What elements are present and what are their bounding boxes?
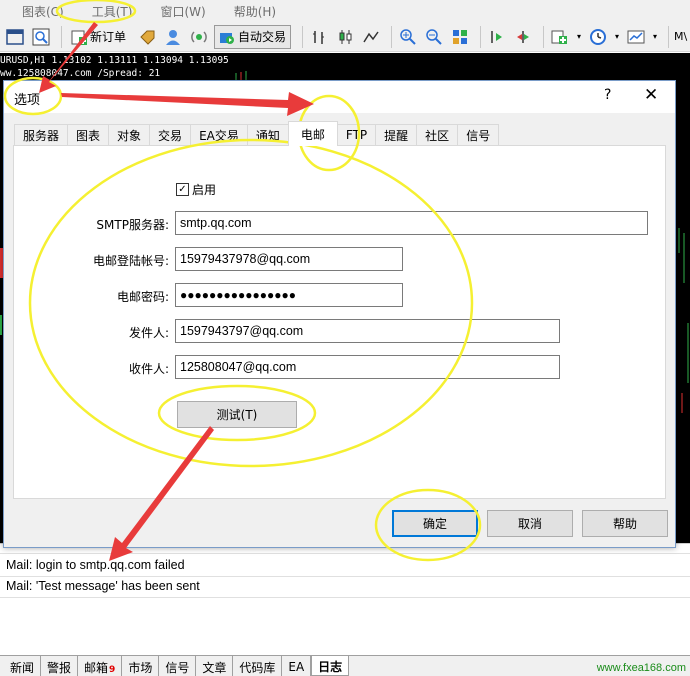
tab-expert-advisors[interactable]: EA交易 [190, 124, 248, 145]
smtp-server-input[interactable]: smtp.qq.com [175, 211, 648, 235]
tab-news[interactable]: 新闻 [4, 656, 42, 676]
login-label: 电邮登陆帐号: [92, 254, 169, 268]
help-button[interactable]: 帮助 [582, 510, 668, 537]
options-dialog: 选项 ? ✕ 服务器 图表 对象 交易 EA交易 通知 电邮 FTP 提醒 社区… [3, 80, 676, 548]
autoscroll-icon[interactable] [512, 26, 534, 48]
tab-mailbox-label: 邮箱 [84, 660, 109, 675]
clock-icon[interactable] [587, 26, 609, 48]
tag-icon[interactable] [136, 26, 158, 48]
window-icon[interactable] [4, 26, 26, 48]
log-line: Mail: 'Test message' has been sent [6, 579, 200, 593]
line-chart-icon[interactable] [360, 26, 382, 48]
auto-trading-label: 自动交易 [238, 30, 287, 44]
toolbar-separator [668, 25, 670, 48]
tab-objects[interactable]: 对象 [108, 124, 151, 145]
menu-bar: 图表(C) 工具(T) 窗口(W) 帮助(H) [0, 0, 690, 22]
password-label: 电邮密码: [116, 290, 169, 304]
toolbar-separator [480, 25, 482, 48]
tab-notifications[interactable]: 通知 [246, 124, 289, 145]
tab-code-base[interactable]: 代码库 [233, 656, 283, 676]
options-tabs: 服务器 图表 对象 交易 EA交易 通知 电邮 FTP 提醒 社区 信号 [14, 121, 500, 146]
chart-shift-icon[interactable] [486, 26, 508, 48]
tab-mailbox[interactable]: 邮箱 9 [78, 656, 123, 676]
tab-server[interactable]: 服务器 [14, 124, 69, 145]
close-icon[interactable]: ✕ [644, 85, 658, 105]
candlestick-icon[interactable] [334, 26, 356, 48]
log-line: Mail: login to smtp.qq.com failed [6, 558, 185, 572]
toolbar-separator [61, 25, 62, 48]
cancel-button[interactable]: 取消 [487, 510, 573, 537]
chart-zoom-icon[interactable] [30, 26, 52, 48]
tab-email[interactable]: 电邮 [287, 121, 338, 146]
dropdown-arrow-icon[interactable]: ▾ [651, 26, 659, 48]
smtp-server-label: SMTP服务器: [96, 218, 169, 232]
from-input[interactable]: 1597943797@qq.com [175, 319, 560, 343]
terminal-tabs: 新闻 警报 邮箱 9 市场 信号 文章 代码库 EA 日志 www.fxea16… [0, 655, 690, 676]
watermark: www.fxea168.com [596, 662, 686, 674]
tab-alerts[interactable]: 警报 [41, 656, 79, 676]
tab-trade[interactable]: 交易 [149, 124, 192, 145]
dropdown-arrow-icon[interactable]: ▾ [575, 26, 583, 48]
tab-events[interactable]: 提醒 [375, 124, 418, 145]
auto-trading-button[interactable]: 自动交易 [214, 24, 292, 49]
from-label: 发件人: [128, 326, 169, 340]
toolbar-separator [302, 25, 304, 48]
dialog-title: 选项 [14, 93, 41, 108]
email-settings-panel: ✓ 启用 SMTP服务器: smtp.qq.com 电邮登陆帐号: 159794… [13, 145, 666, 499]
toolbar-overflow[interactable]: M\ [674, 30, 687, 43]
new-order-label: 新订单 [90, 30, 127, 44]
menu-chart[interactable]: 图表(C) [22, 3, 64, 20]
ok-button[interactable]: 确定 [392, 510, 478, 537]
help-icon[interactable]: ? [604, 87, 611, 103]
tile-windows-icon[interactable] [449, 26, 471, 48]
log-row-divider [0, 576, 690, 577]
log-row-divider [0, 553, 690, 554]
dropdown-arrow-icon[interactable]: ▾ [613, 26, 621, 48]
log-row-divider [0, 597, 690, 598]
enable-checkbox-row[interactable]: ✓ 启用 [176, 181, 216, 198]
menu-tools[interactable]: 工具(T) [92, 3, 133, 20]
template-icon[interactable] [625, 26, 647, 48]
password-input[interactable]: ●●●●●●●●●●●●●●●● [175, 283, 403, 307]
toolbar: 新订单 自动交易 ▾ ▾ ▾ M\ [0, 22, 690, 52]
new-order-button[interactable]: 新订单 [67, 25, 130, 49]
tab-ftp[interactable]: FTP [336, 124, 377, 145]
enable-checkbox[interactable]: ✓ [176, 183, 189, 196]
tab-signals[interactable]: 信号 [457, 124, 500, 145]
dialog-titlebar[interactable]: 选项 ? ✕ [4, 81, 675, 113]
toolbar-separator [543, 25, 545, 48]
zoom-in-icon[interactable] [397, 26, 419, 48]
bar-chart-icon[interactable] [308, 26, 330, 48]
terminal-journal: Mail: login to smtp.qq.com failed Mail: … [0, 543, 690, 655]
tab-signals[interactable]: 信号 [159, 656, 197, 676]
tab-market[interactable]: 市场 [122, 656, 160, 676]
signal-icon[interactable] [188, 26, 210, 48]
enable-label: 启用 [192, 183, 217, 197]
user-icon[interactable] [162, 26, 184, 48]
login-input[interactable]: 15979437978@qq.com [175, 247, 403, 271]
tab-charts[interactable]: 图表 [67, 124, 110, 145]
tab-journal[interactable]: 日志 [311, 656, 350, 676]
mailbox-count-badge: 9 [109, 665, 116, 675]
tab-articles[interactable]: 文章 [196, 656, 234, 676]
tab-experts[interactable]: EA [282, 656, 312, 676]
to-input[interactable]: 125808047@qq.com [175, 355, 560, 379]
to-label: 收件人: [128, 362, 169, 376]
menu-window[interactable]: 窗口(W) [160, 3, 205, 20]
indicator-add-icon[interactable] [549, 26, 571, 48]
test-button[interactable]: 测试(T) [177, 401, 297, 428]
toolbar-separator [391, 25, 393, 48]
tab-community[interactable]: 社区 [416, 124, 459, 145]
menu-help[interactable]: 帮助(H) [234, 3, 276, 20]
zoom-out-icon[interactable] [423, 26, 445, 48]
